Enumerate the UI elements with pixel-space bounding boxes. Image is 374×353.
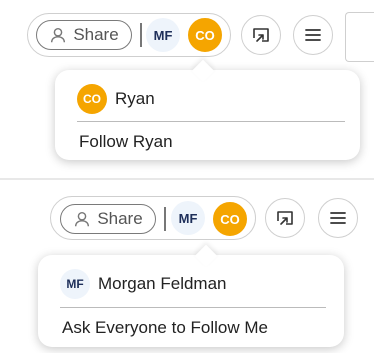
avatar-mf[interactable]: MF [171,201,205,235]
cast-button[interactable] [241,15,281,55]
follow-popover: MF Morgan Feldman Ask Everyone to Follow… [38,244,344,347]
avatar-co[interactable]: CO [186,16,224,54]
hamburger-menu-icon [305,29,321,41]
share-button[interactable]: Share [60,204,156,234]
menu-button[interactable] [318,198,358,238]
toolbar-separator [164,207,166,231]
share-label: Share [73,25,119,44]
toolbar-separator [140,23,142,47]
popover-caret [191,59,215,83]
panel-follow-ryan: Share MF CO CO Ryan Follow Ryan [0,0,374,180]
popover-user-name: Ryan [115,89,155,108]
follow-action[interactable]: Follow Ryan [79,132,173,152]
collaboration-toolbar: Share MF CO [50,196,256,240]
collaboration-toolbar: Share MF CO [27,13,231,57]
popover-user-row: MF Morgan Feldman [60,269,344,299]
adjacent-panel-edge [345,12,374,62]
popover-avatar-co: CO [77,84,107,114]
popover-user-row: CO Ryan [77,84,360,114]
panel-ask-follow: Share MF CO MF Morgan Feldman Ask Everyo… [0,180,374,353]
menu-button[interactable] [293,15,333,55]
cast-icon [253,28,269,42]
ask-everyone-follow-action[interactable]: Ask Everyone to Follow Me [62,318,268,338]
share-button[interactable]: Share [36,20,132,50]
share-label: Share [97,209,143,228]
popover-caret [194,244,218,268]
hamburger-menu-icon [330,212,346,224]
popover-divider [77,121,345,122]
avatar-mf[interactable]: MF [146,18,180,52]
popover-avatar-mf: MF [60,269,90,299]
popover-user-name: Morgan Feldman [98,274,227,293]
avatar-co[interactable]: CO [211,200,249,238]
user-share-icon [51,27,66,43]
cast-button[interactable] [265,198,305,238]
cast-icon [277,211,293,225]
follow-popover: CO Ryan Follow Ryan [55,59,360,160]
user-share-icon [75,211,90,227]
popover-divider [60,307,326,308]
